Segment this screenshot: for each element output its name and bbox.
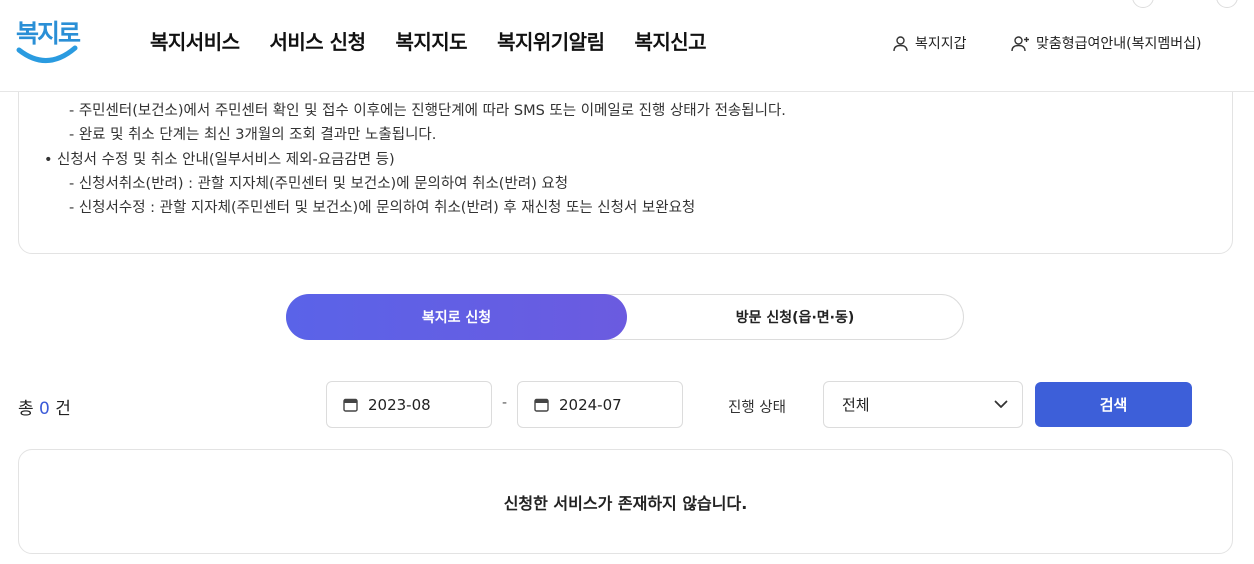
total-prefix: 총 (18, 399, 34, 419)
status-value: 전체 (842, 396, 870, 414)
person-add-icon (1011, 35, 1029, 51)
status-label: 진행 상태 (728, 400, 786, 416)
notice-line: - 주민센터(보건소)에서 주민센터 확인 및 접수 이후에는 진행단계에 따라… (69, 103, 786, 119)
total-count: 총 0 건 (18, 394, 71, 419)
logo-smile-icon (16, 45, 78, 63)
calendar-icon (343, 398, 358, 412)
main-nav: 복지서비스 서비스 신청 복지지도 복지위기알림 복지신고 (150, 26, 707, 55)
notice-lines: - 주민센터(보건소)에서 주민센터 확인 및 접수 이후에는 진행단계에 따라… (44, 99, 786, 220)
site-header: 복지로 복지서비스 서비스 신청 복지지도 복지위기알림 복지신고 복지지갑 맞… (0, 0, 1254, 92)
total-number: 0 (39, 399, 50, 419)
empty-result-message: 신청한 서비스가 존재하지 않습니다. (503, 493, 748, 513)
result-box: 신청한 서비스가 존재하지 않습니다. (18, 449, 1233, 554)
status-select[interactable]: 전체 (823, 381, 1023, 428)
nav-crisis-alert[interactable]: 복지위기알림 (497, 26, 605, 55)
search-button[interactable]: 검색 (1035, 382, 1192, 427)
apply-type-toggle: 복지로 신청 방문 신청(읍·면·동) (286, 294, 964, 340)
wallet-link[interactable]: 복지지갑 (892, 33, 967, 53)
notice-line: 신청서 수정 및 취소 안내(일부서비스 제외-요금감면 등) (44, 148, 786, 173)
nav-welfare-service[interactable]: 복지서비스 (150, 26, 240, 55)
notice-line: - 신청서취소(반려) : 관할 지자체(주민센터 및 보건소)에 문의하여 취… (69, 175, 569, 192)
nav-service-apply[interactable]: 서비스 신청 (270, 26, 366, 55)
chevron-down-icon (994, 400, 1008, 408)
date-from-input[interactable]: 2023-08 (326, 381, 492, 428)
notice-line: - 완료 및 취소 단계는 최신 3개월의 조회 결과만 노출됩니다. (69, 127, 437, 144)
date-from-value: 2023-08 (368, 395, 431, 414)
corner-button[interactable] (1216, 0, 1238, 8)
date-to-value: 2024-07 (559, 395, 622, 414)
custom-benefit-label: 맞춤형급여안내(복지멤버십) (1036, 36, 1202, 52)
tab-visit-apply[interactable]: 방문 신청(읍·면·동) (627, 295, 963, 339)
wallet-label: 복지지갑 (915, 36, 967, 52)
corner-button[interactable] (1132, 0, 1154, 8)
tab-bokjiro-apply[interactable]: 복지로 신청 (286, 294, 627, 340)
site-logo[interactable]: 복지로 (16, 14, 81, 66)
custom-benefit-link[interactable]: 맞춤형급여안내(복지멤버십) (1011, 33, 1201, 53)
date-to-input[interactable]: 2024-07 (517, 381, 683, 428)
total-suffix: 건 (55, 399, 71, 419)
nav-welfare-map[interactable]: 복지지도 (395, 26, 467, 55)
notice-line: - 신청서수정 : 관할 지자체(주민센터 및 보건소)에 문의하여 취소(반려… (69, 200, 696, 217)
calendar-icon (534, 398, 549, 412)
person-icon (893, 35, 908, 51)
date-separator: - (502, 395, 508, 411)
nav-welfare-report[interactable]: 복지신고 (634, 26, 706, 55)
